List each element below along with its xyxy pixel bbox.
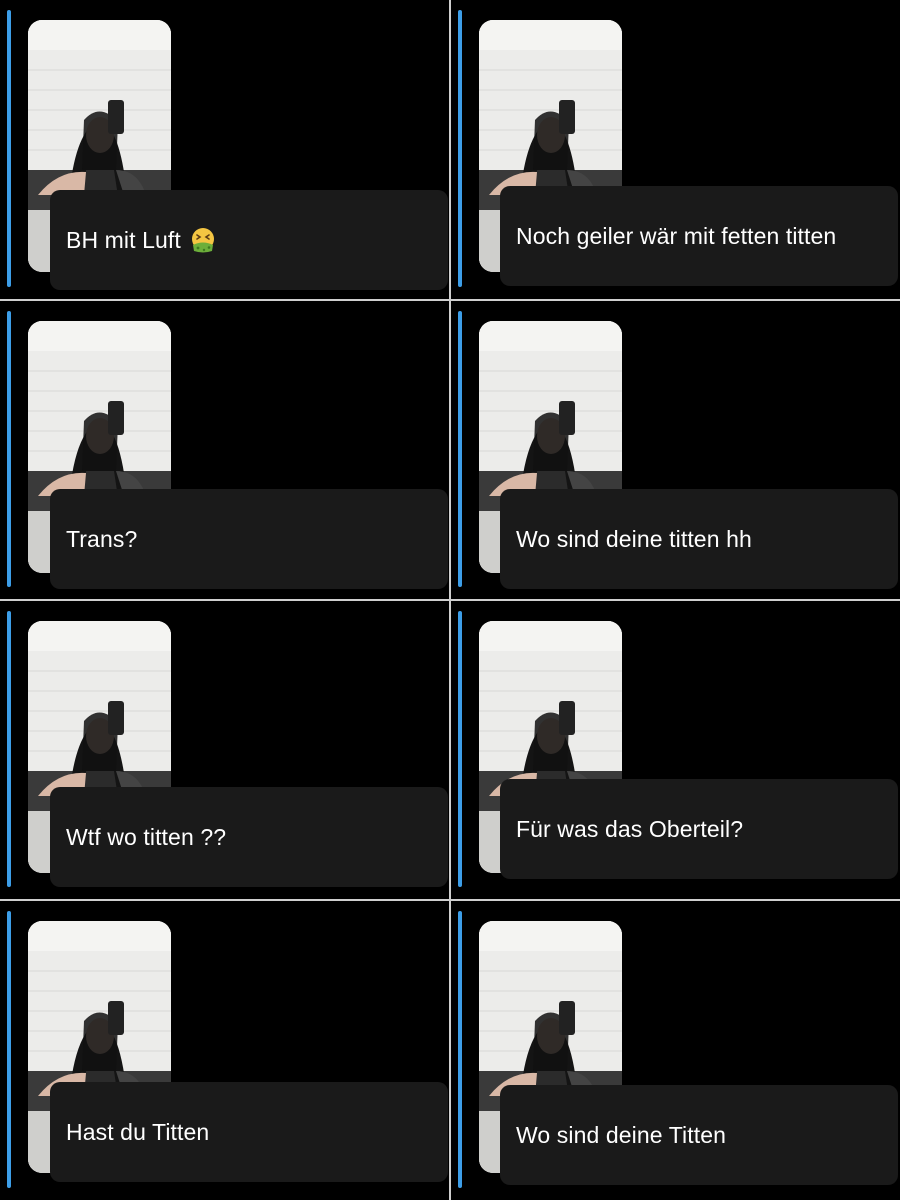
story-reply-panel: Wo sind deine titten hh	[450, 300, 900, 600]
reply-bubble: Wo sind deine Titten	[500, 1085, 898, 1185]
reply-accent-bar	[7, 611, 11, 887]
reply-bubble: Wo sind deine titten hh	[500, 489, 898, 589]
reply-text: Trans?	[66, 525, 138, 552]
reply-text: Wo sind deine titten hh	[516, 525, 752, 552]
reply-bubble: Wtf wo titten ??	[50, 787, 448, 887]
reply-bubble: BH mit Luft	[50, 190, 448, 290]
story-reply-panel: Hast du Titten	[0, 900, 450, 1200]
reply-text: Wtf wo titten ??	[66, 823, 227, 850]
story-reply-panel: Wtf wo titten ??	[0, 600, 450, 900]
story-reply-panel: Trans?	[0, 300, 450, 600]
reply-text: Hast du Titten	[66, 1118, 210, 1145]
reply-accent-bar	[458, 611, 462, 887]
reply-text: Wo sind deine Titten	[516, 1121, 726, 1148]
story-reply-panel: Noch geiler wär mit fetten titten	[450, 0, 900, 300]
story-reply-panel: BH mit Luft	[0, 0, 450, 300]
reply-bubble: Hast du Titten	[50, 1082, 448, 1182]
reply-bubble: Für was das Oberteil?	[500, 779, 898, 879]
reply-accent-bar	[7, 10, 11, 287]
reply-bubble: Noch geiler wär mit fetten titten	[500, 186, 898, 286]
reply-text: Noch geiler wär mit fetten titten	[516, 222, 837, 249]
reply-text: BH mit Luft	[66, 226, 181, 253]
story-reply-panel: Wo sind deine Titten	[450, 900, 900, 1200]
story-reply-panel: Für was das Oberteil?	[450, 600, 900, 900]
screenshot-collage: BH mit Luft Noch geiler wär mit fetten t…	[0, 0, 900, 1200]
nauseated-face-icon	[189, 226, 217, 254]
reply-text: Für was das Oberteil?	[516, 815, 744, 842]
reply-bubble: Trans?	[50, 489, 448, 589]
reply-accent-bar	[458, 911, 462, 1188]
reply-accent-bar	[458, 10, 462, 287]
reply-accent-bar	[458, 311, 462, 587]
reply-accent-bar	[7, 911, 11, 1188]
reply-accent-bar	[7, 311, 11, 587]
